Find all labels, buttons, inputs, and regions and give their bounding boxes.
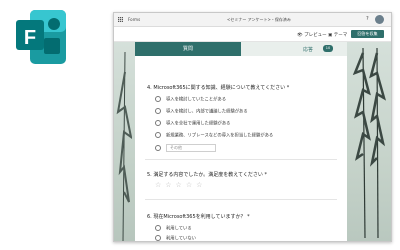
app-launcher-icon[interactable] [118,17,123,22]
help-icon[interactable]: ? [366,16,369,22]
document-title[interactable]: <セミナー アンケート>・保存済み [227,17,291,23]
radio-button[interactable] [155,145,161,151]
option-label: 導入を検討していたことがある [166,97,227,103]
option-label: 導入を全社で運用した経験がある [166,121,231,127]
question-6-title: 6. 現在Microsoft365を利用していますか？ * [147,214,250,220]
theme-label: テーマ [333,33,348,38]
question-4-option-1[interactable]: 導入を検討していたことがある [155,96,226,103]
tab-responses-label: 応答 [303,47,314,53]
toolbar: 👁 プレビュー ▣ テーマ 回答を収集 [114,27,391,42]
radio-button[interactable] [155,120,161,126]
save-status: ・保存済み [270,17,291,22]
palette-icon: ▣ [328,33,333,38]
collect-responses-button[interactable]: 回答を収集 [351,30,384,38]
question-6-option-1[interactable]: 利用している [155,225,192,232]
feather-left-icon [116,52,132,241]
question-5-title: 5. 満足する内容でしたか。満足度を教えてください * [147,172,267,178]
radio-button[interactable] [155,132,161,138]
other-input[interactable]: その他 [166,144,216,152]
radio-button[interactable] [155,108,161,114]
eye-icon: 👁 [297,33,303,38]
tab-questions[interactable]: 質問 [135,42,241,56]
radio-button[interactable] [155,96,161,102]
question-4-option-3[interactable]: 導入を全社で運用した経験がある [155,120,230,127]
response-count-badge: 10 [323,45,333,52]
theme-button[interactable]: ▣ テーマ [328,32,347,38]
question-4-title: 4. Microsoft365に関する知識、経験について教えてください * [147,85,290,91]
forms-window: Forms <セミナー アンケート>・保存済み ? 👁 プレビュー ▣ テーマ … [113,12,392,242]
question-4-option-other[interactable]: その他 [155,144,216,152]
option-label: 導入を検討し、内部で議論した経験がある [166,109,248,115]
question-6-option-2[interactable]: 利用していない [155,235,196,242]
svg-text:F: F [24,27,36,49]
forms-logo-icon: F [16,10,66,64]
divider [145,159,337,160]
option-label: 新規業務、リプレースなどの導入を担当した経験がある [166,133,274,139]
preview-button[interactable]: 👁 プレビュー [297,32,327,38]
theme-background-right [347,42,391,241]
radio-button[interactable] [155,235,161,241]
question-4-option-2[interactable]: 導入を検討し、内部で議論した経験がある [155,108,248,115]
question-4-option-4[interactable]: 新規業務、リプレースなどの導入を担当した経験がある [155,132,273,139]
divider [145,199,337,200]
avatar[interactable] [375,15,384,24]
option-label: 利用していない [166,236,196,242]
radio-button[interactable] [155,225,161,231]
title-bar: Forms <セミナー アンケート>・保存済み ? [114,13,391,27]
form-panel: 質問 応答 10 4. Microsoft365に関する知識、経験について教えて… [135,42,347,241]
app-name: Forms [128,17,141,22]
preview-label: プレビュー [304,33,327,38]
rating-stars[interactable]: ☆☆☆☆☆ [155,181,206,189]
form-title: <セミナー アンケート> [227,17,271,22]
feather-right-icon [352,48,387,238]
theme-background-left [114,42,135,241]
option-label: 利用している [166,226,192,232]
tab-bar: 質問 応答 10 [135,42,347,56]
tab-responses[interactable]: 応答 10 [241,42,347,56]
